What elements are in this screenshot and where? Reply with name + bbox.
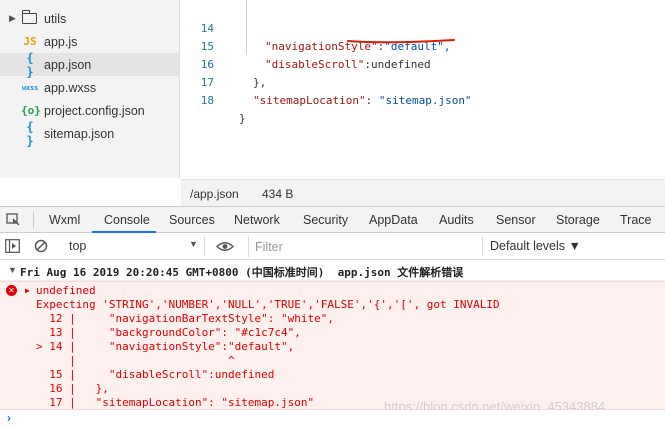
message-header: Fri Aug 16 2019 20:20:45 GMT+0800 (中国标准时… xyxy=(20,266,464,279)
error-line: | ^ xyxy=(36,354,235,367)
tree-item-utils[interactable]: ▶ utils xyxy=(0,7,179,30)
tree-item-app-json[interactable]: { } app.json xyxy=(0,50,179,79)
editor-status-bar: /app.json 434 B xyxy=(181,179,665,206)
file-name: app.js xyxy=(44,34,78,49)
inspect-element-icon[interactable] xyxy=(6,213,20,227)
folder-icon xyxy=(21,10,37,24)
error-line: 12 | "navigationBarTextStyle": "white", xyxy=(36,312,335,325)
error-line: 16 | }, xyxy=(36,382,109,395)
caret-right-icon: ▶ xyxy=(9,13,16,23)
line-code: "sitemapLocation": "sitemap.json" xyxy=(253,94,472,107)
tab-appdata[interactable]: AppData xyxy=(369,207,418,233)
file-name: project.config.json xyxy=(44,103,145,118)
dropdown-arrow-icon: ▼ xyxy=(189,239,198,249)
file-name: sitemap.json xyxy=(44,126,115,141)
caret-down-icon[interactable]: ▼ xyxy=(8,265,17,275)
file-name: utils xyxy=(44,11,67,26)
toolbar-divider xyxy=(33,212,34,228)
sidebar-toggle-icon[interactable] xyxy=(5,239,20,253)
eye-icon[interactable] xyxy=(216,241,234,252)
error-line: Expecting 'STRING','NUMBER','NULL','TRUE… xyxy=(36,298,500,311)
clear-console-icon[interactable] xyxy=(34,239,48,253)
code-editor[interactable]: 14 "navigationStyle":"default", 15 "disa… xyxy=(181,0,665,178)
error-line: 15 | "disableScroll":undefined xyxy=(36,368,275,381)
filter-input[interactable] xyxy=(248,236,481,257)
file-size: 434 B xyxy=(262,187,294,201)
tab-security[interactable]: Security xyxy=(303,207,348,233)
devtools-tab-bar: Wxml Console Sources Network Security Ap… xyxy=(0,206,665,233)
context-select[interactable]: top ▼ xyxy=(61,236,205,256)
json-file-icon: { } xyxy=(26,50,34,79)
tab-sensor[interactable]: Sensor xyxy=(496,207,536,233)
config-file-icon: {o} xyxy=(21,104,41,117)
wxss-file-icon: wxss xyxy=(21,83,39,92)
tab-storage[interactable]: Storage xyxy=(556,207,600,233)
file-tree: ▶ utils JS app.js { } app.json wxss app.… xyxy=(0,0,180,178)
error-line: 13 | "backgroundColor": "#c1c7c4", xyxy=(36,326,301,339)
file-name: app.wxss xyxy=(44,80,97,95)
context-value: top xyxy=(69,239,87,253)
console-error-message: ✕ ▶ undefined Expecting 'STRING','NUMBER… xyxy=(0,281,665,410)
file-path: /app.json xyxy=(190,187,239,201)
caret-right-icon[interactable]: ▶ xyxy=(25,286,30,295)
tree-item-sitemap-json[interactable]: { } sitemap.json xyxy=(0,119,179,148)
console-message-group[interactable]: ▼ Fri Aug 16 2019 20:20:45 GMT+0800 (中国标… xyxy=(0,261,665,281)
tab-wxml[interactable]: Wxml xyxy=(49,207,80,233)
tab-trace[interactable]: Trace xyxy=(620,207,652,233)
json-file-icon: { } xyxy=(26,119,34,148)
tab-sources[interactable]: Sources xyxy=(169,207,215,233)
tree-item-app-wxss[interactable]: wxss app.wxss xyxy=(0,76,179,99)
console-prompt[interactable]: › xyxy=(0,410,665,428)
editor-line: 17 "sitemapLocation": "sitemap.json" xyxy=(181,56,665,107)
js-file-icon: JS xyxy=(23,35,37,48)
tab-network[interactable]: Network xyxy=(234,207,280,233)
tab-audits[interactable]: Audits xyxy=(439,207,474,233)
error-underline xyxy=(347,39,455,44)
tab-console[interactable]: Console xyxy=(104,207,150,233)
editor-line: 18 } xyxy=(181,74,665,125)
error-icon: ✕ xyxy=(6,285,17,296)
prompt-chevron-icon: › xyxy=(7,411,11,425)
error-line: undefined xyxy=(36,284,96,297)
console-toolbar: top ▼ Default levels ▼ xyxy=(0,233,665,260)
error-line: 17 | "sitemapLocation": "sitemap.json" xyxy=(36,396,315,409)
log-levels-select[interactable]: Default levels ▼ xyxy=(482,236,581,256)
line-code: } xyxy=(239,112,246,125)
line-number: 18 xyxy=(200,94,214,107)
editor-line: 14 "navigationStyle":"default", xyxy=(181,2,665,53)
file-name: app.json xyxy=(44,57,92,72)
error-line: > 14 | "navigationStyle":"default", xyxy=(36,340,295,353)
